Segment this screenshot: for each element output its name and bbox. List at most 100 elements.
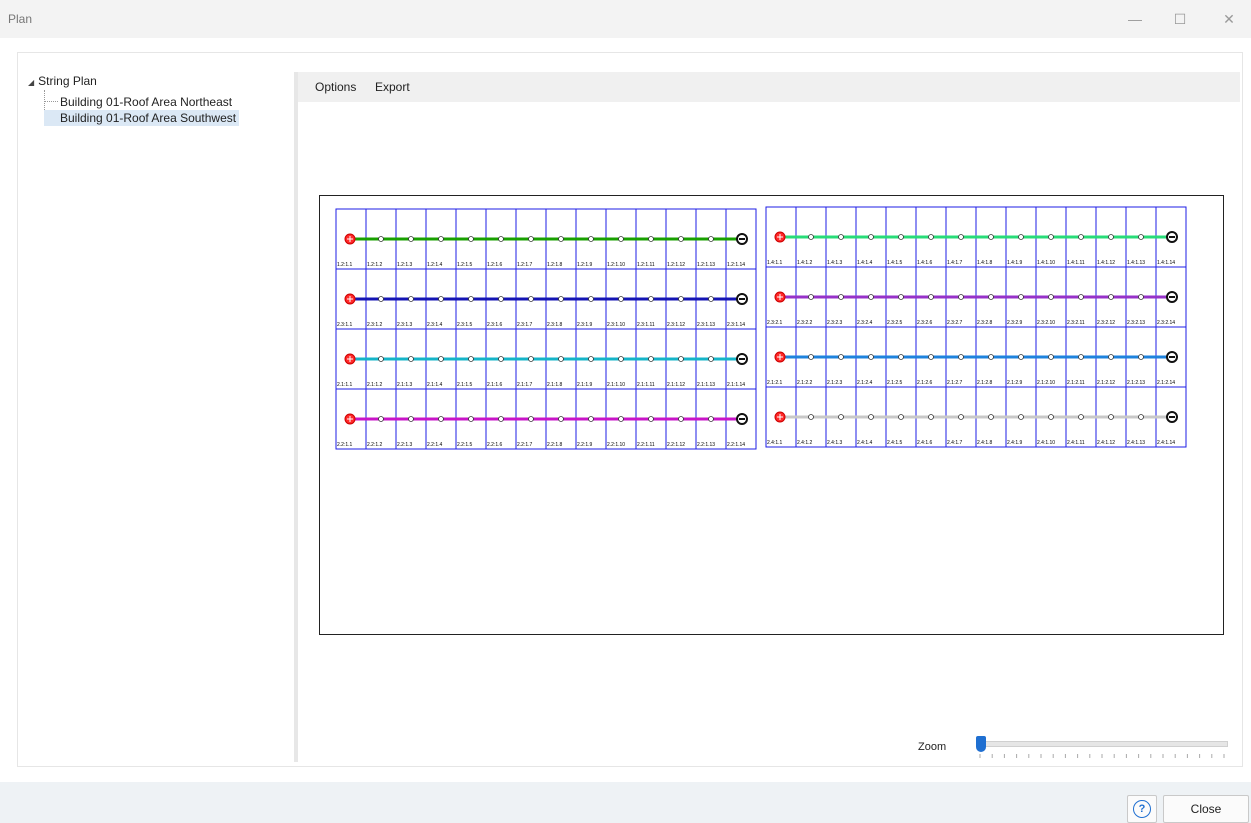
module-label: 2.2:1.3 bbox=[397, 442, 413, 448]
module-node bbox=[438, 296, 444, 302]
maximize-button[interactable]: ☐ bbox=[1168, 8, 1192, 30]
module-node bbox=[898, 354, 904, 360]
tree-item-label: Building 01-Roof Area Northeast bbox=[60, 95, 233, 109]
module-label: 2.4:1.12 bbox=[1097, 440, 1115, 446]
module-label: 1.2:1.8 bbox=[547, 262, 563, 268]
module-label: 2.3:1.13 bbox=[697, 322, 715, 328]
module-node bbox=[408, 356, 414, 362]
module-label: 2.4:1.14 bbox=[1157, 440, 1175, 446]
module-node bbox=[808, 294, 814, 300]
tree-item-roof-northeast[interactable]: Building 01-Roof Area Northeast bbox=[44, 94, 235, 110]
module-label: 2.4:1.7 bbox=[947, 440, 963, 446]
module-node bbox=[838, 354, 844, 360]
module-label: 2.3:2.14 bbox=[1157, 320, 1175, 326]
module-label: 2.1:2.7 bbox=[947, 380, 963, 386]
zoom-slider-thumb[interactable] bbox=[976, 736, 986, 752]
module-label: 1.4:1.8 bbox=[977, 260, 993, 266]
module-node bbox=[1108, 414, 1114, 420]
module-node bbox=[898, 294, 904, 300]
module-label: 2.3:1.3 bbox=[397, 322, 413, 328]
module-node bbox=[928, 354, 934, 360]
help-button[interactable]: ? bbox=[1127, 795, 1157, 823]
tree-item-roof-southwest[interactable]: Building 01-Roof Area Southwest bbox=[44, 110, 240, 126]
module-label: 1.4:1.3 bbox=[827, 260, 843, 266]
module-label: 2.3:2.7 bbox=[947, 320, 963, 326]
string-plan-canvas: 1.2:1.1 1.2:1.2 1.2:1.3 1.2:1.4 1.2:1.5 1.2:1… bbox=[319, 195, 1224, 635]
module-label: 2.1:1.7 bbox=[517, 382, 533, 388]
module-node bbox=[1078, 354, 1084, 360]
module-node bbox=[808, 354, 814, 360]
module-label: 2.2:1.12 bbox=[667, 442, 685, 448]
module-node bbox=[558, 356, 564, 362]
menu-export[interactable]: Export bbox=[375, 80, 410, 94]
module-node bbox=[708, 356, 714, 362]
module-node bbox=[838, 294, 844, 300]
module-label: 1.4:1.14 bbox=[1157, 260, 1175, 266]
tree-root-string-plan[interactable]: ◢ String Plan bbox=[28, 74, 97, 88]
module-label: 2.1:1.14 bbox=[727, 382, 745, 388]
module-label: 1.2:1.7 bbox=[517, 262, 533, 268]
module-node bbox=[468, 236, 474, 242]
module-node bbox=[528, 236, 534, 242]
module-label: 1.2:1.11 bbox=[637, 262, 655, 268]
module-node bbox=[588, 296, 594, 302]
module-label: 1.2:1.13 bbox=[697, 262, 715, 268]
module-label: 2.3:1.14 bbox=[727, 322, 745, 328]
module-label: 2.1:2.10 bbox=[1037, 380, 1055, 386]
collapse-arrow-icon[interactable]: ◢ bbox=[28, 78, 34, 87]
module-node bbox=[988, 294, 994, 300]
module-label: 2.3:2.12 bbox=[1097, 320, 1115, 326]
module-node bbox=[528, 356, 534, 362]
window-close-button[interactable]: ✕ bbox=[1217, 8, 1241, 30]
minimize-button[interactable]: — bbox=[1123, 8, 1147, 30]
module-node bbox=[958, 414, 964, 420]
module-label: 2.1:1.13 bbox=[697, 382, 715, 388]
close-button[interactable]: Close bbox=[1163, 795, 1249, 823]
module-label: 2.1:1.3 bbox=[397, 382, 413, 388]
module-label: 2.1:1.9 bbox=[577, 382, 593, 388]
module-node bbox=[378, 416, 384, 422]
module-label: 2.2:1.10 bbox=[607, 442, 625, 448]
module-node bbox=[1138, 294, 1144, 300]
module-node bbox=[708, 236, 714, 242]
module-label: 2.2:1.4 bbox=[427, 442, 443, 448]
module-label: 2.1:2.13 bbox=[1127, 380, 1145, 386]
module-label: 2.3:1.7 bbox=[517, 322, 533, 328]
module-label: 1.2:1.5 bbox=[457, 262, 473, 268]
module-label: 1.4:1.11 bbox=[1067, 260, 1085, 266]
module-node bbox=[928, 294, 934, 300]
module-node bbox=[678, 296, 684, 302]
footer-bar bbox=[0, 782, 1251, 823]
module-node bbox=[1048, 294, 1054, 300]
module-label: 2.3:2.4 bbox=[857, 320, 873, 326]
zoom-slider-track[interactable] bbox=[978, 741, 1228, 747]
module-node bbox=[898, 414, 904, 420]
module-label: 1.4:1.4 bbox=[857, 260, 873, 266]
module-node bbox=[468, 296, 474, 302]
module-label: 1.2:1.14 bbox=[727, 262, 745, 268]
help-icon: ? bbox=[1133, 800, 1151, 818]
menu-options[interactable]: Options bbox=[315, 80, 356, 94]
module-label: 2.1:2.2 bbox=[797, 380, 813, 386]
module-node bbox=[1108, 294, 1114, 300]
tree-root-label: String Plan bbox=[38, 74, 97, 88]
module-node bbox=[1138, 234, 1144, 240]
module-label: 2.4:1.1 bbox=[767, 440, 783, 446]
module-node bbox=[1078, 414, 1084, 420]
module-label: 1.4:1.9 bbox=[1007, 260, 1023, 266]
module-label: 2.2:1.7 bbox=[517, 442, 533, 448]
module-label: 2.1:2.11 bbox=[1067, 380, 1085, 386]
module-label: 2.1:2.4 bbox=[857, 380, 873, 386]
module-label: 1.4:1.13 bbox=[1127, 260, 1145, 266]
module-node bbox=[708, 296, 714, 302]
module-node bbox=[958, 234, 964, 240]
module-node bbox=[498, 296, 504, 302]
module-label: 2.4:1.4 bbox=[857, 440, 873, 446]
module-node bbox=[618, 236, 624, 242]
module-node bbox=[678, 356, 684, 362]
module-node bbox=[378, 296, 384, 302]
window-title: Plan bbox=[8, 12, 33, 26]
module-label: 2.3:2.3 bbox=[827, 320, 843, 326]
module-node bbox=[1078, 234, 1084, 240]
module-label: 2.3:2.9 bbox=[1007, 320, 1023, 326]
